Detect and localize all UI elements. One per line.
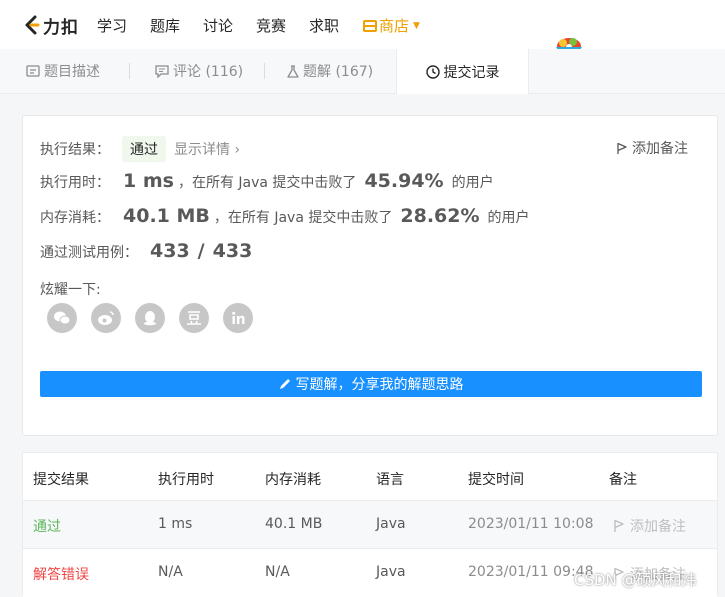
pencil-icon [279, 378, 290, 389]
tab-solutions-label: 题解 (167) [303, 64, 374, 80]
linkedin-share-button[interactable] [223, 303, 253, 333]
memory-label: 内存消耗： [40, 210, 110, 226]
top-navbar: 力扣 学习 题库 讨论 竞赛 求职 商店 ▼ [0, 0, 725, 50]
write-solution-button[interactable]: 写题解，分享我的解题思路 [40, 371, 702, 397]
row-language: Java [376, 516, 406, 532]
linkedin-icon [232, 311, 245, 324]
testcases-row: 通过测试用例： 433 / 433 [40, 240, 252, 262]
row-status-link[interactable]: 解答错误 [33, 564, 89, 584]
nav-contest[interactable]: 竞赛 [256, 15, 286, 36]
tab-solutions[interactable]: 题解 (167) [287, 49, 373, 93]
runtime-suffix: 的用户 [451, 175, 494, 191]
tab-submissions[interactable]: 提交记录 [396, 49, 529, 94]
runtime-percent: 45.94% [364, 170, 444, 192]
status-label: 执行结果： [40, 142, 110, 158]
tab-description[interactable]: 题目描述 [26, 49, 100, 93]
qq-share-button[interactable] [135, 303, 165, 333]
leetcode-logo[interactable]: 力扣 [22, 13, 79, 38]
row-memory: 40.1 MB [265, 516, 323, 532]
csdn-watermark: CSDN @硕风和炜 [574, 571, 697, 589]
row-memory: N/A [265, 564, 290, 580]
testcases-label: 通过测试用例： [40, 245, 138, 261]
runtime-label: 执行用时： [40, 175, 110, 191]
nav-shop[interactable]: 商店 ▼ [363, 15, 420, 36]
runtime-value: 1 ms [123, 170, 174, 192]
description-icon [26, 65, 40, 77]
wechat-share-button[interactable] [47, 303, 77, 333]
tab-comments-label: 评论 (116) [173, 64, 244, 80]
share-label-row: 炫耀一下: [40, 279, 101, 299]
table-row[interactable]: 通过 1 ms 40.1 MB Java 2023/01/11 10:08 添加… [23, 500, 717, 549]
row-add-note-button[interactable]: 添加备注 [613, 516, 686, 536]
runtime-beat-text: ，在所有 Java 提交中击败了 [177, 175, 357, 191]
memory-suffix: 的用户 [487, 210, 530, 226]
row-runtime: N/A [158, 564, 183, 580]
douban-icon [187, 311, 201, 325]
header-submit-time: 提交时间 [468, 472, 524, 488]
tab-description-label: 题目描述 [44, 64, 100, 80]
tab-divider [129, 63, 130, 79]
write-solution-label: 写题解，分享我的解题思路 [295, 377, 464, 393]
weibo-icon [98, 311, 114, 325]
header-runtime: 执行用时 [158, 472, 214, 488]
chevron-down-icon: ▼ [413, 20, 420, 31]
clock-icon [425, 64, 440, 79]
submission-result-card: 执行结果： 通过 显示详情 › 添加备注 执行用时： 1 ms ，在所有 Jav… [22, 115, 718, 436]
row-runtime: 1 ms [158, 516, 193, 532]
comment-icon [155, 64, 169, 78]
memory-value: 40.1 MB [123, 205, 210, 227]
nav-jobs[interactable]: 求职 [309, 15, 339, 36]
add-note-button[interactable]: 添加备注 [616, 138, 688, 158]
nav-study[interactable]: 学习 [97, 15, 127, 36]
leetcode-logo-icon [25, 15, 40, 35]
header-language: 语言 [376, 472, 404, 488]
nav-discuss[interactable]: 讨论 [203, 15, 233, 36]
header-note: 备注 [609, 472, 637, 488]
memory-row: 内存消耗： 40.1 MB ，在所有 Java 提交中击败了 28.62% 的用… [40, 205, 530, 227]
shop-icon [363, 19, 377, 32]
testcases-passed: 433 [150, 240, 190, 262]
testcases-total: 433 [212, 240, 253, 262]
row-submit-time: 2023/01/11 10:08 [468, 516, 594, 532]
result-status-row: 执行结果： 通过 显示详情 › [40, 136, 240, 162]
status-badge: 通过 [122, 136, 166, 162]
row-add-note-label: 添加备注 [630, 519, 686, 535]
memory-beat-text: ，在所有 Java 提交中击败了 [213, 210, 393, 226]
row-status-link[interactable]: 通过 [33, 516, 61, 536]
memory-percent: 28.62% [400, 205, 480, 227]
flask-icon [287, 64, 299, 78]
flag-icon [614, 519, 624, 532]
tab-divider [264, 63, 265, 79]
nav-problems[interactable]: 题库 [150, 15, 180, 36]
logo-text: 力扣 [43, 17, 79, 38]
share-label: 炫耀一下: [40, 282, 101, 298]
show-details-link[interactable]: 显示详情 › [174, 139, 240, 159]
weibo-share-button[interactable] [91, 303, 121, 333]
runtime-row: 执行用时： 1 ms ，在所有 Java 提交中击败了 45.94% 的用户 [40, 170, 494, 192]
testcases-separator: / [197, 240, 205, 262]
qq-icon [144, 311, 156, 326]
nav-shop-label: 商店 [379, 17, 410, 35]
header-memory: 内存消耗 [265, 472, 321, 488]
row-language: Java [376, 564, 406, 580]
wechat-icon [54, 311, 71, 325]
douban-share-button[interactable] [179, 303, 209, 333]
tab-submissions-label: 提交记录 [443, 64, 500, 81]
share-buttons [47, 303, 253, 333]
tab-comments[interactable]: 评论 (116) [155, 49, 243, 93]
flag-icon [617, 142, 627, 154]
header-status: 提交结果 [33, 472, 89, 488]
add-note-label: 添加备注 [632, 141, 688, 157]
problem-tabs: 题目描述 评论 (116) 题解 (167) 提交记录 [0, 49, 725, 94]
